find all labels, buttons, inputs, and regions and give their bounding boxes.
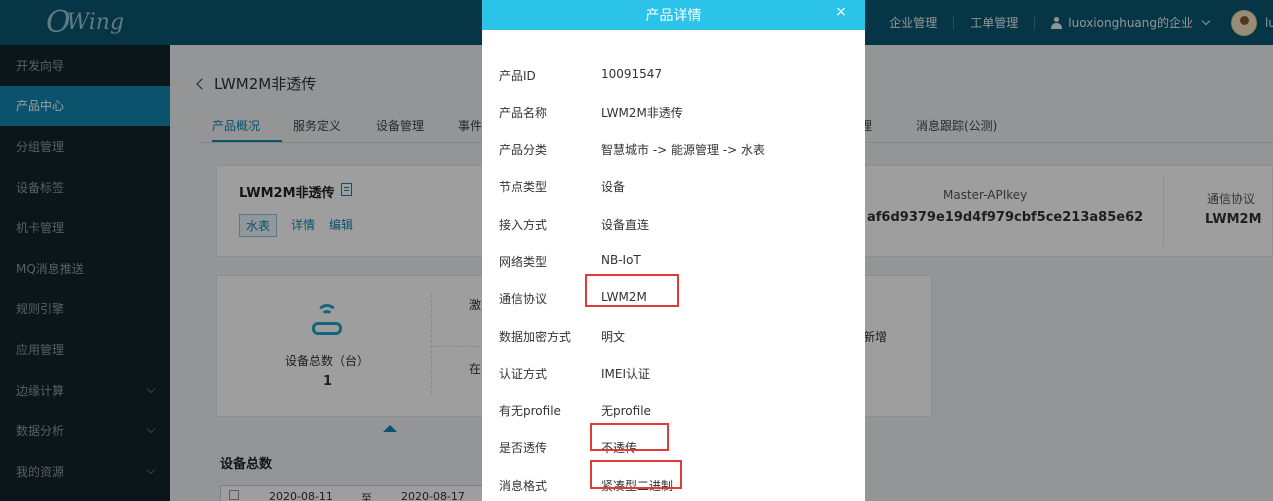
row-label: 有无profile [499, 404, 561, 418]
row-value: LWM2M非透传 [601, 106, 683, 120]
highlight-box-passthrough [590, 423, 669, 451]
modal-title: 产品详情 [645, 8, 702, 24]
row-value: 设备直连 [601, 218, 650, 232]
row-label: 产品名称 [499, 106, 548, 120]
row-label: 消息格式 [499, 479, 548, 493]
row-value: 无profile [601, 404, 651, 418]
detail-row-product-category: 产品分类 智慧城市 -> 能源管理 -> 水表 [482, 130, 865, 167]
highlight-box-message-format [590, 460, 682, 489]
row-value: 设备 [601, 180, 626, 194]
row-value: 明文 [601, 330, 626, 344]
row-label: 产品ID [499, 69, 536, 83]
row-value: 10091547 [601, 67, 663, 81]
modal-header: 产品详情 × [482, 0, 865, 30]
row-label: 是否透传 [499, 441, 548, 455]
row-value: IMEI认证 [601, 367, 651, 381]
detail-row-profile: 有无profile 无profile [482, 391, 865, 428]
close-icon[interactable]: × [834, 5, 848, 19]
detail-row-product-id: 产品ID 10091547 [482, 56, 865, 93]
row-label: 数据加密方式 [499, 330, 572, 344]
row-label: 产品分类 [499, 143, 548, 157]
detail-row-access-method: 接入方式 设备直连 [482, 205, 865, 242]
detail-row-encryption: 数据加密方式 明文 [482, 317, 865, 354]
product-detail-modal: 产品详情 × 产品ID 10091547 产品名称 LWM2M非透传 产品分类 … [482, 0, 865, 501]
row-value: 智慧城市 -> 能源管理 -> 水表 [601, 143, 766, 157]
row-label: 接入方式 [499, 218, 548, 232]
row-value: NB-IoT [601, 253, 641, 267]
detail-row-node-type: 节点类型 设备 [482, 167, 865, 204]
row-label: 节点类型 [499, 180, 548, 194]
row-label: 认证方式 [499, 367, 548, 381]
row-label: 网络类型 [499, 255, 548, 269]
row-label: 通信协议 [499, 292, 548, 306]
detail-row-product-name: 产品名称 LWM2M非透传 [482, 93, 865, 130]
detail-row-auth-method: 认证方式 IMEI认证 [482, 354, 865, 391]
highlight-box-protocol [585, 274, 679, 307]
